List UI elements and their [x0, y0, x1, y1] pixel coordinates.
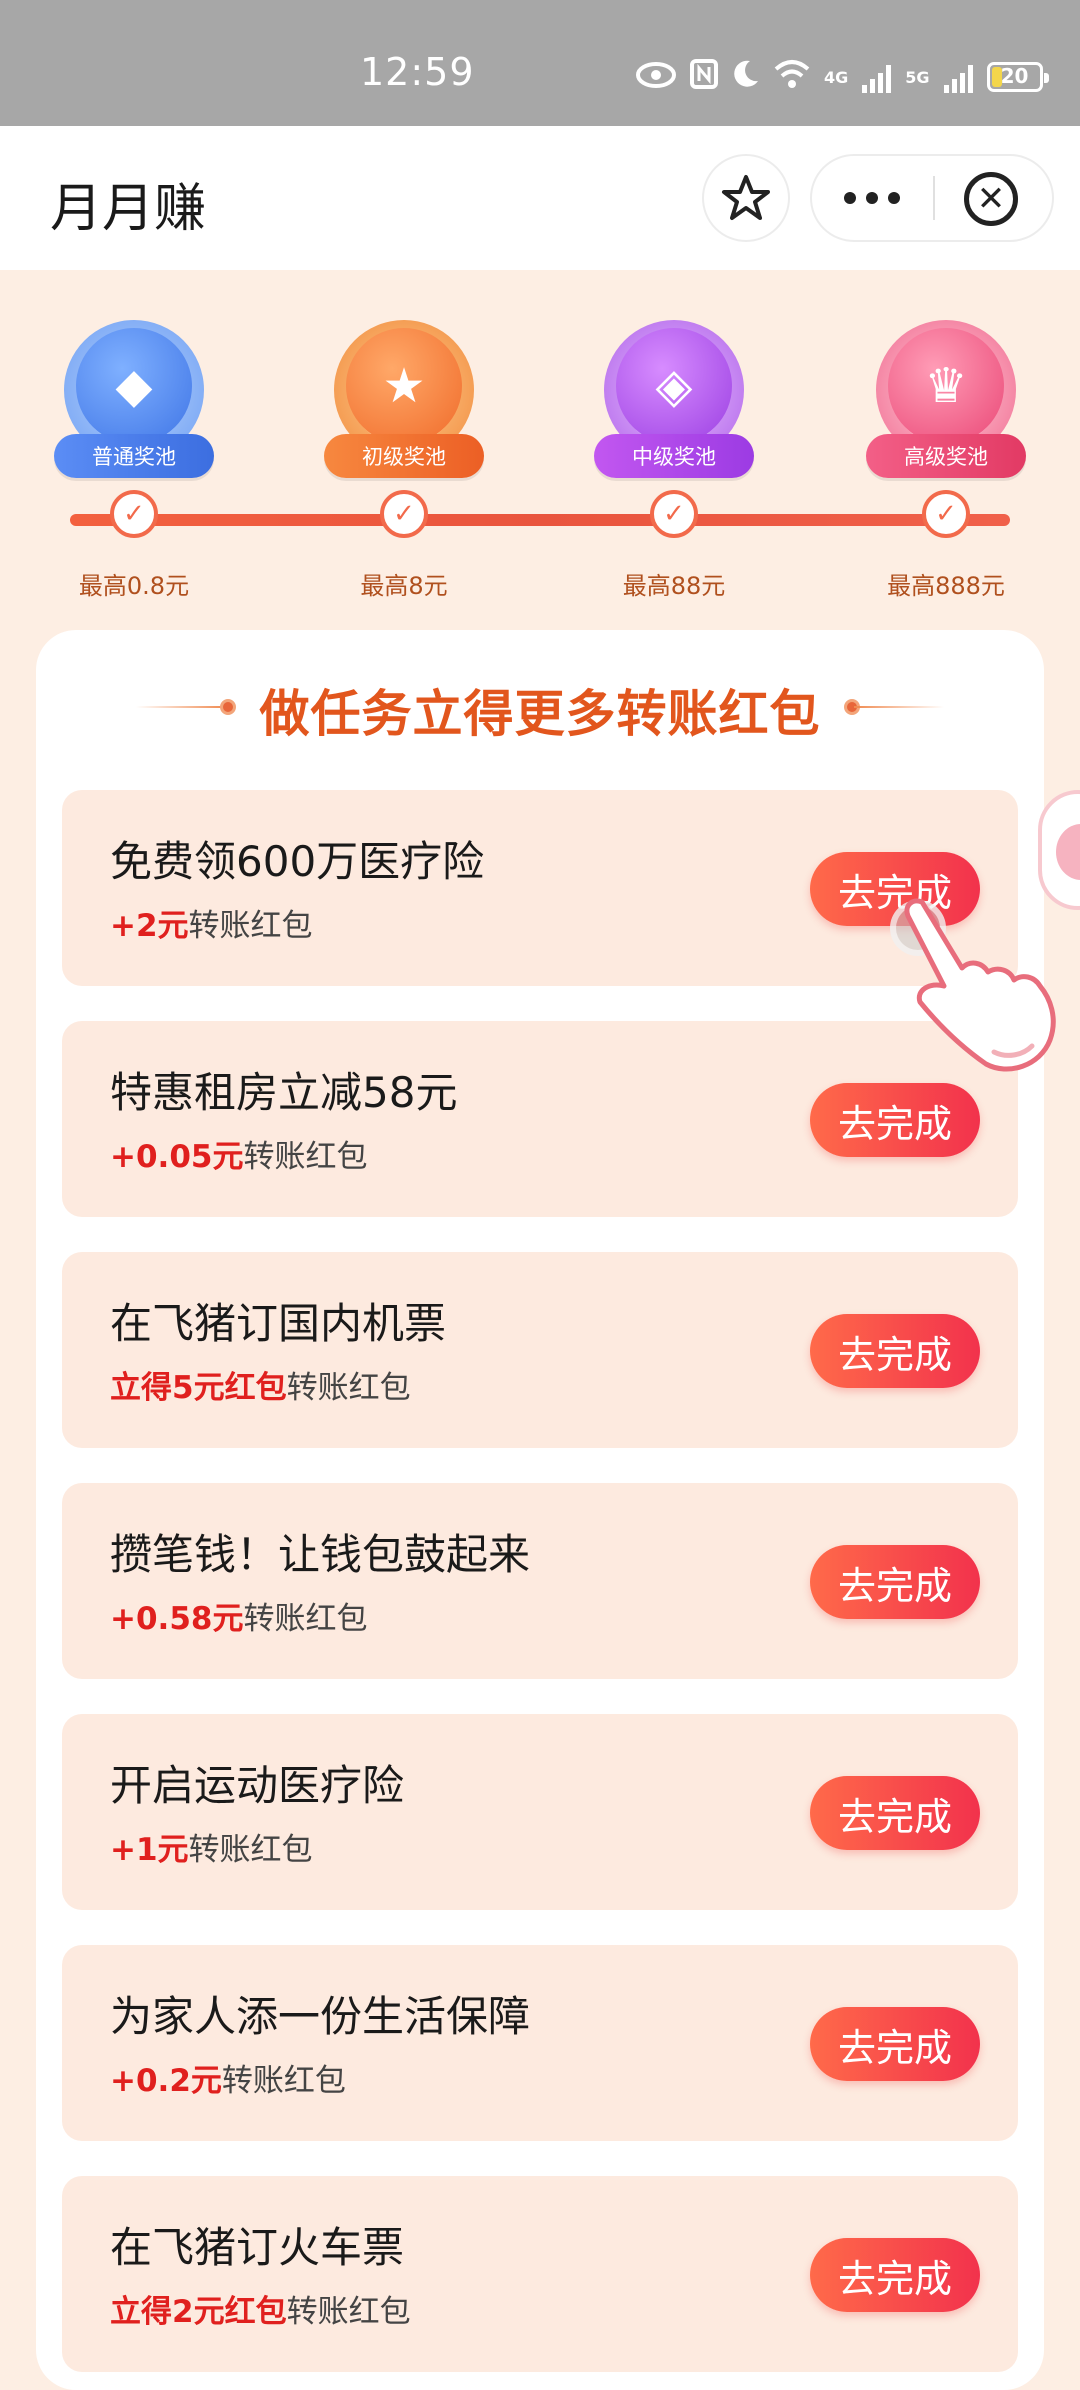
task-card: 特惠租房立减58元 +0.05元转账红包 去完成	[62, 1021, 1018, 1217]
tier-senior: ♛ 高级奖池 ✓ 最高888元	[856, 310, 1036, 640]
signal-icon	[862, 61, 892, 93]
tier-max: 最高88元	[622, 572, 726, 600]
capsule-menu: ✕	[810, 154, 1054, 242]
task-title: 在飞猪订火车票	[110, 2223, 405, 2272]
battery-percent: 20	[1000, 64, 1029, 88]
reward-amount: +0.05元	[110, 1139, 244, 1175]
signal-icon	[943, 61, 973, 93]
status-bar: 12:59 4G 5G 20	[0, 0, 1080, 126]
battery-icon: 20	[986, 62, 1049, 92]
tier-max: 最高0.8元	[78, 572, 190, 600]
reward-amount: 立得2元红包	[110, 2294, 287, 2330]
eye-icon	[636, 60, 676, 94]
task-card: 在飞猪订火车票 立得2元红包转账红包 去完成	[62, 2176, 1018, 2372]
check-icon: ✓	[380, 490, 428, 538]
more-icon-dot	[866, 192, 878, 204]
task-card: 免费领600万医疗险 +2元转账红包 去完成	[62, 790, 1018, 986]
reward-amount: +0.2元	[110, 2063, 222, 2099]
more-icon	[844, 192, 856, 204]
wifi-icon	[774, 59, 810, 95]
status-time: 12:59	[360, 50, 475, 94]
task-reward: +0.2元转账红包	[110, 2055, 346, 2100]
reward-tiers: ◆ 普通奖池 ✓ 最高0.8元 ★ 初级奖池 ✓ 最高8元 ◈ 中级奖池 ✓ 最…	[0, 270, 1080, 630]
task-title: 特惠租房立减58元	[110, 1068, 458, 1117]
app-header: 月月赚 ✕	[0, 126, 1080, 270]
crown-medal-icon: ♛	[888, 328, 1004, 444]
reward-amount: +1元	[110, 1832, 189, 1868]
panel-title: 做任务立得更多转账红包	[259, 685, 821, 743]
close-button[interactable]: ✕	[964, 172, 1018, 226]
task-reward: +0.58元转账红包	[110, 1593, 367, 1638]
reward-suffix: 转账红包	[221, 2063, 346, 2099]
close-icon: ✕	[976, 179, 1006, 219]
task-title: 开启运动医疗险	[110, 1761, 405, 1810]
reward-suffix: 转账红包	[243, 1139, 368, 1175]
page-title: 月月赚	[50, 179, 207, 239]
pointing-hand-icon	[904, 898, 1056, 1072]
task-reward: 立得2元红包转账红包	[110, 2286, 411, 2331]
task-reward: +1元转账红包	[110, 1824, 313, 1869]
reward-suffix: 转账红包	[286, 2294, 411, 2330]
complete-task-button[interactable]: 去完成	[810, 2238, 980, 2312]
more-icon-dot	[888, 192, 900, 204]
task-title: 为家人添一份生活保障	[110, 1992, 531, 2041]
tier-max: 最高888元	[887, 572, 1005, 600]
reward-amount: +0.58元	[110, 1601, 244, 1637]
reward-suffix: 转账红包	[188, 908, 313, 944]
status-icons: 4G 5G 20	[636, 52, 1049, 102]
complete-task-button[interactable]: 去完成	[810, 1083, 980, 1157]
reward-suffix: 转账红包	[243, 1601, 368, 1637]
title-decoration-right	[854, 706, 944, 708]
task-card: 攒笔钱！让钱包鼓起来 +0.58元转账红包 去完成	[62, 1483, 1018, 1679]
complete-task-button[interactable]: 去完成	[810, 1545, 980, 1619]
task-card: 为家人添一份生活保障 +0.2元转账红包 去完成	[62, 1945, 1018, 2141]
tier-middle: ◈ 中级奖池 ✓ 最高88元	[584, 310, 764, 640]
reward-suffix: 转账红包	[188, 1832, 313, 1868]
tier-label: 普通奖池	[54, 434, 214, 478]
nfc-icon	[690, 59, 718, 95]
star-icon	[722, 175, 770, 220]
check-icon: ✓	[650, 490, 698, 538]
favorite-button[interactable]	[702, 154, 790, 242]
tier-normal: ◆ 普通奖池 ✓ 最高0.8元	[44, 310, 224, 640]
reward-amount: +2元	[110, 908, 189, 944]
diamond-medal-icon: ◆	[76, 328, 192, 444]
task-reward: +2元转账红包	[110, 900, 313, 945]
complete-task-button[interactable]: 去完成	[810, 1776, 980, 1850]
task-title: 在飞猪订国内机票	[110, 1299, 447, 1348]
reward-amount: 立得5元红包	[110, 1370, 287, 1406]
task-title: 免费领600万医疗险	[110, 837, 485, 886]
task-title: 攒笔钱！让钱包鼓起来	[110, 1530, 531, 1579]
check-icon: ✓	[110, 490, 158, 538]
task-reward: 立得5元红包转账红包	[110, 1362, 411, 1407]
tier-max: 最高8元	[360, 572, 448, 600]
bubble-inner	[1056, 824, 1080, 880]
network-5g-label: 5G	[905, 67, 930, 87]
task-reward: +0.05元转账红包	[110, 1131, 367, 1176]
network-4g-label: 4G	[824, 67, 849, 87]
gem-medal-icon: ◈	[616, 328, 732, 444]
capsule-divider	[933, 176, 935, 220]
task-card: 开启运动医疗险 +1元转账红包 去完成	[62, 1714, 1018, 1910]
task-card: 在飞猪订国内机票 立得5元红包转账红包 去完成	[62, 1252, 1018, 1448]
star-medal-icon: ★	[346, 328, 462, 444]
check-icon: ✓	[922, 490, 970, 538]
complete-task-button[interactable]: 去完成	[810, 2007, 980, 2081]
reward-suffix: 转账红包	[286, 1370, 411, 1406]
tier-label: 初级奖池	[324, 434, 484, 478]
more-button[interactable]	[812, 156, 932, 240]
tier-label: 高级奖池	[866, 434, 1026, 478]
tier-junior: ★ 初级奖池 ✓ 最高8元	[314, 310, 494, 640]
complete-task-button[interactable]: 去完成	[810, 1314, 980, 1388]
tier-label: 中级奖池	[594, 434, 754, 478]
moon-icon	[732, 59, 760, 95]
